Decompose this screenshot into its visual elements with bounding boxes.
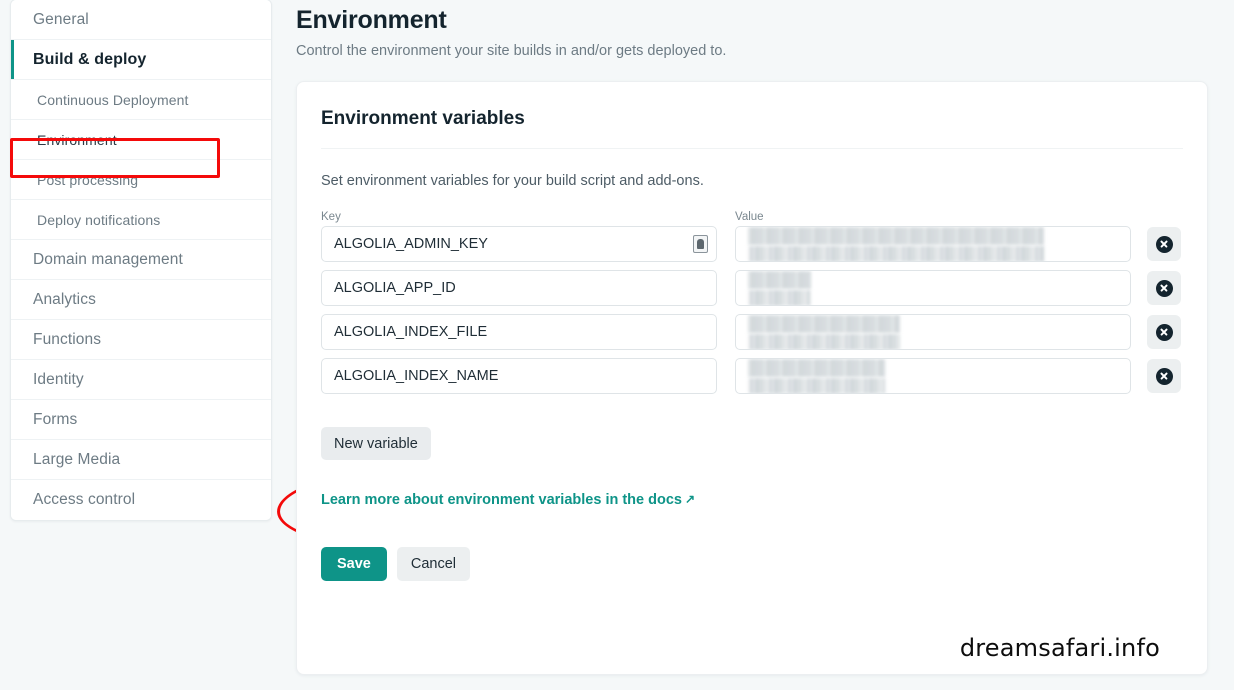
autofill-contact-card-icon[interactable] [693,235,708,253]
main-content: Environment Control the environment your… [296,0,1234,675]
variable-key-value: ALGOLIA_APP_ID [334,280,456,296]
sidebar-item-forms[interactable]: Forms [11,400,271,440]
sidebar-item-label: Functions [33,330,102,348]
column-header-key: Key [321,211,341,223]
docs-link-label: Learn more about environment variables i… [321,492,682,508]
page-subtitle: Control the environment your site builds… [296,43,727,59]
sidebar-item-large-media[interactable]: Large Media [11,440,271,480]
redacted-value [748,227,1044,261]
sidebar-item-label: Access control [33,491,136,508]
variable-row: ALGOLIA_INDEX_FILE [321,314,1183,350]
variable-value-input[interactable] [735,314,1131,350]
variable-key-input[interactable]: ALGOLIA_INDEX_NAME [321,358,717,394]
redacted-value [748,315,900,349]
sidebar-item-functions[interactable]: Functions [11,320,271,360]
delete-variable-button[interactable] [1147,271,1181,305]
delete-variable-icon [1155,367,1173,385]
sidebar-item-continuous-deployment[interactable]: Continuous Deployment [11,80,271,120]
settings-page: General Build & deploy Continuous Deployme… [0,0,1234,690]
redacted-value [748,271,811,305]
variable-rows: ALGOLIA_ADMIN_KEY ALGOLIA_APP_ID ALGOLIA_I… [321,226,1183,394]
form-actions: Save Cancel [321,547,1183,581]
variable-row: ALGOLIA_APP_ID [321,270,1183,306]
variable-value-input[interactable] [735,358,1131,394]
variable-key-value: ALGOLIA_INDEX_NAME [334,368,499,384]
new-variable-button[interactable]: New variable [321,427,431,460]
watermark: dreamsafari.info [959,634,1160,662]
delete-variable-icon [1155,235,1173,253]
redacted-value [748,359,885,393]
variable-value-input[interactable] [735,226,1131,262]
column-headers: Key Value [321,211,1183,223]
sidebar-item-label: General [33,10,89,28]
sidebar-item-deploy-notifications[interactable]: Deploy notifications [11,200,271,240]
page-title: Environment [296,6,447,34]
sidebar-item-environment[interactable]: Environment [11,120,271,160]
sidebar-item-label: Large Media [33,450,121,468]
sidebar-item-label: Deploy notifications [37,211,161,228]
docs-link[interactable]: Learn more about environment variables i… [321,492,695,508]
variable-row: ALGOLIA_INDEX_NAME [321,358,1183,394]
cancel-button[interactable]: Cancel [396,547,471,581]
sidebar-item-analytics[interactable]: Analytics [11,280,271,320]
sidebar-item-identity[interactable]: Identity [11,360,271,400]
sidebar-item-label: Environment [37,131,117,148]
card-title: Environment variables [321,82,1183,149]
external-link-icon: ↗ [684,492,696,506]
save-button[interactable]: Save [321,547,387,581]
delete-variable-button[interactable] [1147,359,1181,393]
variable-key-value: ALGOLIA_INDEX_FILE [334,324,488,340]
variable-key-input[interactable]: ALGOLIA_ADMIN_KEY [321,226,717,262]
settings-sidebar: General Build & deploy Continuous Deployme… [10,0,272,521]
delete-variable-icon [1155,279,1173,297]
sidebar-item-access-control[interactable]: Access control [11,480,271,520]
sidebar-item-domain-management[interactable]: Domain management [11,240,271,280]
variable-key-value: ALGOLIA_ADMIN_KEY [334,236,488,252]
variable-row: ALGOLIA_ADMIN_KEY [321,226,1183,262]
sidebar-item-post-processing[interactable]: Post processing [11,160,271,200]
card-description: Set environment variables for your build… [321,173,704,189]
sidebar-item-label: Identity [33,370,84,388]
variable-key-input[interactable]: ALGOLIA_INDEX_FILE [321,314,717,350]
delete-variable-button[interactable] [1147,315,1181,349]
column-header-value: Value [735,211,764,223]
sidebar-item-label: Post processing [37,171,139,188]
variable-key-input[interactable]: ALGOLIA_APP_ID [321,270,717,306]
sidebar-item-build-deploy[interactable]: Build & deploy [11,40,271,80]
environment-variables-card: Environment variables Set environment va… [296,81,1208,675]
sidebar-item-label: Analytics [33,290,96,308]
delete-variable-button[interactable] [1147,227,1181,261]
sidebar-item-general[interactable]: General [11,0,271,40]
sidebar-item-label: Domain management [33,250,183,268]
variable-value-input[interactable] [735,270,1131,306]
delete-variable-icon [1155,323,1173,341]
sidebar-item-label: Continuous Deployment [37,91,189,108]
sidebar-item-label: Build & deploy [33,50,147,68]
sidebar-item-label: Forms [33,410,78,428]
